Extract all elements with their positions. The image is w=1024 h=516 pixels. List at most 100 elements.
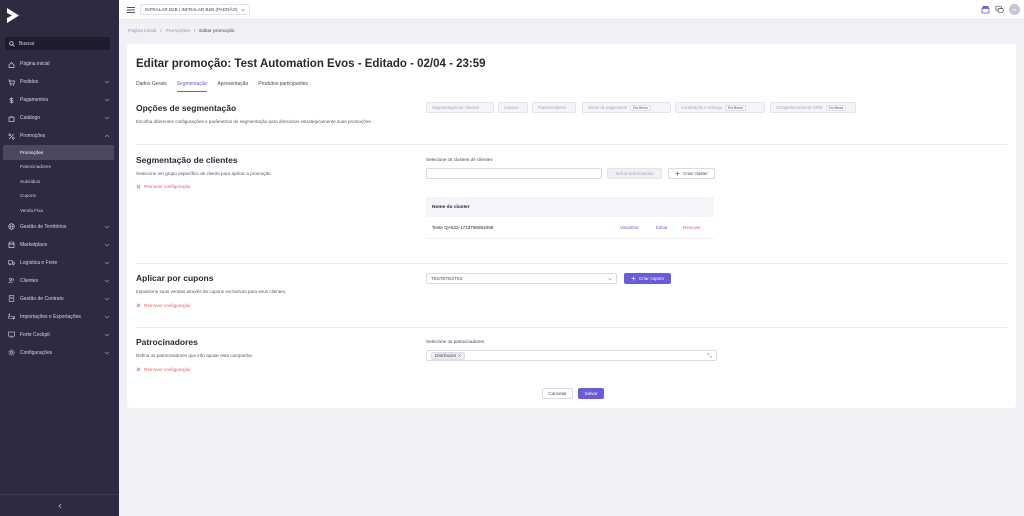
tag-close-icon[interactable] (458, 354, 461, 357)
remove-sponsors-button[interactable]: Remover configuração (136, 367, 190, 372)
create-cluster-label: Criar cluster (683, 171, 708, 176)
sidebar-subitem-patrocinadores[interactable]: Patrocinadores (0, 160, 119, 175)
chip-label: Patrocinadores (538, 105, 567, 110)
bag-icon (8, 115, 15, 122)
sidebar-item-forte-cockpit[interactable]: Forte Cockpit (0, 326, 119, 344)
chevron-left-icon (57, 503, 61, 508)
sidebar-item-label: Logística e Frete (20, 259, 58, 266)
collapse-sidebar-button[interactable] (0, 494, 119, 516)
chevron-down-icon (104, 80, 110, 84)
store-icon[interactable] (981, 5, 990, 14)
create-coupon-label: Criar cupom (638, 276, 665, 281)
home-icon (8, 61, 15, 68)
breadcrumb-current: Editar promoção (199, 29, 235, 34)
coming-soon-badge: Em Breve (630, 104, 651, 111)
sidebar-item-marketplace[interactable]: Marketplace (0, 236, 119, 254)
chevron-down-icon (104, 279, 110, 282)
chip-coupons[interactable]: Cupons (498, 102, 528, 113)
create-cluster-button[interactable]: Criar cluster (668, 168, 715, 179)
plus-icon (675, 171, 680, 176)
divider (136, 263, 1007, 264)
chevron-down-icon (104, 333, 110, 336)
coupons-desc: Impulsione suas vendas através de cupons… (136, 289, 287, 294)
cancel-button[interactable]: Cancelar (542, 388, 573, 399)
view-cluster-link[interactable]: Visualizar (620, 225, 639, 230)
edit-cluster-link[interactable]: Editar (656, 225, 667, 230)
menu-icon[interactable] (127, 6, 135, 14)
add-selected-button: Incluir selecionados (607, 168, 662, 179)
tab-participating-products[interactable]: Produtos participantes (258, 81, 308, 92)
sidebar-item-pagina-inicial[interactable]: Página inicial (0, 55, 119, 73)
chevron-down-icon (104, 315, 110, 318)
sidebar-subitem-subsidios[interactable]: Subsídios (0, 174, 119, 189)
sidebar-item-gestao-de-territorios[interactable]: Gestão de Territórios (0, 218, 119, 236)
sidebar-subitem-cupons[interactable]: Cupons (0, 189, 119, 204)
coupon-select[interactable]: TESTETESTE2 (426, 273, 617, 284)
chevron-down-icon (104, 351, 110, 354)
breadcrumb-promotions[interactable]: Promoções (166, 29, 190, 34)
table-header: Nome do cluster (426, 197, 714, 217)
brand-logo (7, 8, 19, 23)
sidebar-item-pedidos[interactable]: Pedidos (0, 73, 119, 91)
table-row: Teste QA523-1743786854088 Visualizar Edi… (426, 217, 714, 239)
tab-segmentation[interactable]: Segmentação (176, 81, 208, 92)
sidebar-item-clientes[interactable]: Clientes (0, 272, 119, 290)
tenant-selector[interactable]: INFRALAR B2B / INFRALAR B2B (PADRÃO) (140, 4, 250, 15)
user-avatar[interactable]: AL (1009, 4, 1020, 15)
search-label: Buscar (19, 40, 35, 47)
sidebar-item-catalogo[interactable]: Catálogo (0, 109, 119, 127)
sidebar-item-label: Importações e Exportações (20, 313, 81, 320)
remove-label: Remover configuração (144, 303, 191, 308)
sidebar-item-logistica-e-frete[interactable]: Logística e Frete (0, 254, 119, 272)
page-title: Editar promoção: Test Automation Evos - … (136, 58, 486, 70)
tab-presentation[interactable]: Apresentação (217, 81, 248, 92)
expand-icon (707, 353, 712, 358)
store-icon (8, 241, 15, 248)
clusters-select[interactable] (426, 168, 602, 179)
coming-soon-badge: Em Breve (825, 104, 847, 111)
sidebar-item-pagamentos[interactable]: Pagamentos (0, 91, 119, 109)
sidebar-item-label: Configurações (20, 349, 53, 356)
sidebar-subitem-promocoes[interactable]: Promoções (3, 145, 114, 160)
chevron-up-icon (104, 134, 110, 138)
segmentation-options-title: Opções de segmentação (136, 103, 237, 113)
sponsors-title: Patrocinadores (136, 337, 198, 347)
remove-coupons-button[interactable]: Remover configuração (136, 303, 190, 308)
breadcrumb-separator: / (193, 29, 196, 34)
chevron-down-icon (104, 261, 110, 264)
client-segmentation-title: Segmentação de clientes (136, 155, 238, 165)
sponsor-tag-label: Distribuidor (435, 353, 457, 358)
sidebar-subitem-venda-fixa[interactable]: Venda Fixa (0, 203, 119, 218)
chip-client-segmentation[interactable]: Segmentação de clientes (426, 102, 494, 113)
coupon-selected-value: TESTETESTE2 (431, 276, 463, 281)
remove-label: Remover configuração (144, 184, 191, 189)
sidebar-item-importacoes-e-exportacoes[interactable]: Importações e Exportações (0, 308, 119, 326)
divider (136, 144, 1007, 145)
remove-cluster-link[interactable]: Remover (683, 225, 701, 230)
users-icon (8, 277, 15, 284)
sidebar-item-gestao-de-contrato[interactable]: Gestão de Contrato (0, 290, 119, 308)
chip-sponsors[interactable]: Patrocinadores (532, 102, 576, 113)
breadcrumb-home[interactable]: Página inicial (128, 29, 156, 34)
sidebar-item-promocoes[interactable]: Promoções (0, 127, 119, 145)
sidebar-item-label: Clientes (20, 277, 39, 284)
sidebar-item-configuracoes[interactable]: Configurações (0, 344, 119, 362)
chip-crm-behavior: Comportamento de CRM Em Breve (770, 102, 856, 113)
chip-label: Meios de pagamento (588, 105, 628, 110)
tab-general-data[interactable]: Dados Gerais (136, 81, 167, 92)
close-icon (136, 303, 141, 308)
save-button[interactable]: Salvar (578, 388, 604, 399)
chevron-down-icon (104, 116, 110, 120)
sponsor-tag: Distribuidor (431, 351, 466, 360)
sidebar-item-label: Marketplace (20, 241, 48, 248)
sidebar-search[interactable]: Buscar (5, 37, 110, 50)
chat-icon[interactable] (995, 5, 1004, 14)
plus-icon (631, 276, 636, 281)
remove-client-segmentation-button[interactable]: Remover configuração (136, 184, 190, 189)
create-coupon-button[interactable]: Criar cupom (624, 273, 671, 284)
percent-icon (8, 132, 15, 139)
sponsors-multiselect[interactable]: Distribuidor (426, 350, 717, 361)
segmentation-options-desc: Escolha diferentes configurações e parâm… (136, 119, 372, 124)
sidebar-item-label: Catálogo (20, 115, 41, 121)
client-segmentation-desc: Selecione um grupo específico de cliente… (136, 171, 272, 176)
